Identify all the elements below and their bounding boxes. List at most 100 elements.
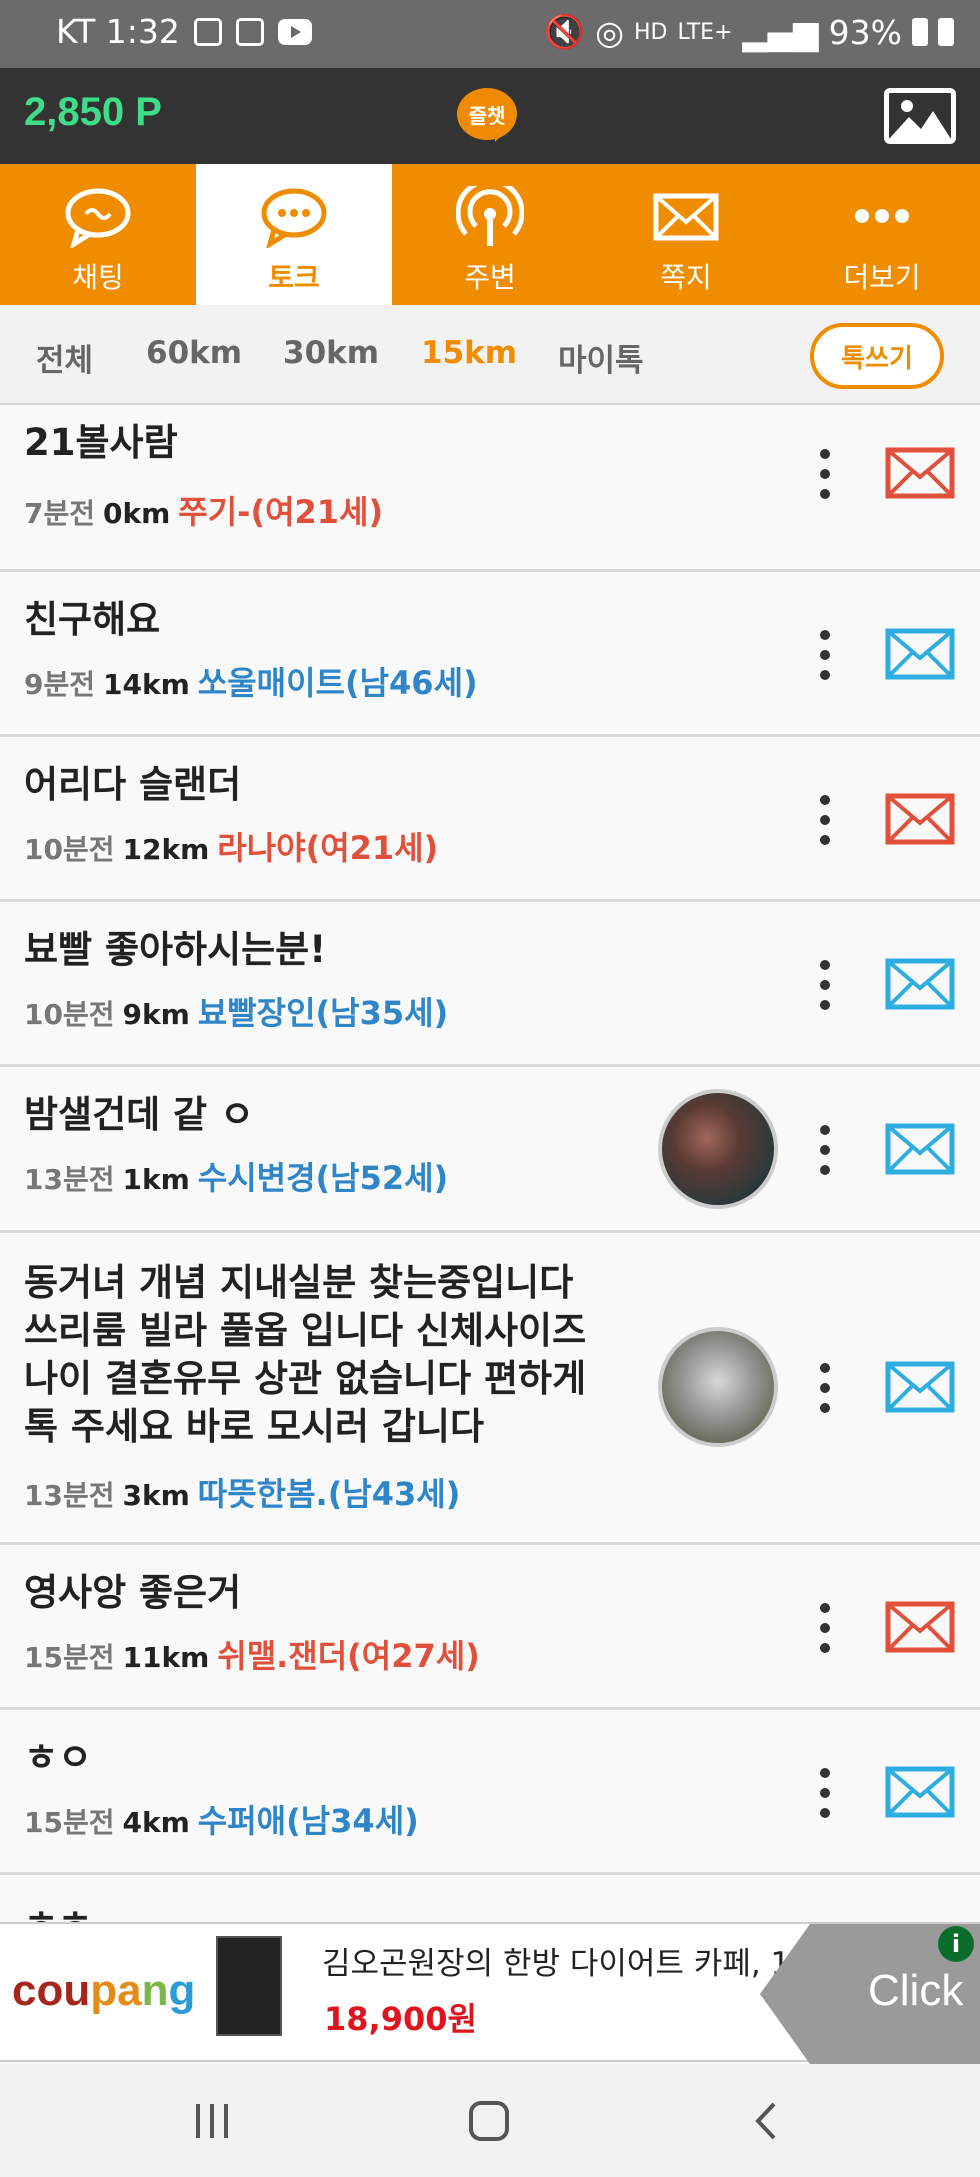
envelope-icon — [653, 193, 719, 241]
ad-brand-logo: coupang — [12, 1966, 196, 2015]
post-title: 어리다 슬랜더 — [24, 763, 242, 806]
write-talk-button[interactable]: 톡쓰기 — [810, 323, 944, 389]
home-icon[interactable] — [466, 2098, 512, 2144]
points-balance[interactable]: 2,850 P — [24, 90, 162, 135]
post-distance: 0km — [103, 497, 171, 530]
distance-filter-bar: 전체 60km 30km 15km 마이톡 톡쓰기 — [0, 305, 980, 405]
more-options-icon[interactable] — [818, 1768, 832, 1818]
send-message-icon[interactable] — [885, 793, 955, 845]
post-title-line: 나이 결혼유무 상관 없습니다 편하게 — [24, 1357, 587, 1400]
post-title: 뵤빨 좋아하시는분! — [24, 928, 327, 971]
post-time: 10분전 — [24, 998, 115, 1031]
post-nickname[interactable]: 쭈기-(여21세) — [178, 493, 383, 531]
post-distance: 14km — [103, 668, 190, 701]
post-title: 영사앙 좋은거 — [24, 1571, 242, 1614]
post-meta: 13분전 3km 따뜻한봄.(남43세) — [24, 1469, 460, 1515]
photo-gallery-button[interactable] — [884, 88, 956, 144]
more-options-icon[interactable] — [818, 960, 832, 1010]
post-title: 친구해요 — [24, 598, 161, 641]
back-icon[interactable] — [744, 2098, 790, 2144]
send-message-icon[interactable] — [885, 958, 955, 1010]
post-nickname[interactable]: 쏘울매이트(남46세) — [198, 664, 478, 702]
more-options-icon[interactable] — [818, 1603, 832, 1653]
post-meta: 15분전 11km 쉬맬.잰더(여27세) — [24, 1631, 480, 1677]
sim-icon — [938, 18, 954, 46]
send-message-icon[interactable] — [885, 628, 955, 680]
post-time: 7분전 — [24, 497, 96, 530]
more-options-icon[interactable] — [818, 1363, 832, 1413]
hotspot-icon: ◎ — [595, 12, 625, 52]
post-distance: 9km — [122, 998, 190, 1031]
ad-cta[interactable]: Click — [868, 1966, 963, 2016]
send-message-icon[interactable] — [885, 1123, 955, 1175]
signal-icon: ▂▄▆ — [742, 12, 819, 52]
filter-60km[interactable]: 60km — [146, 335, 242, 371]
filter-15km[interactable]: 15km — [421, 335, 517, 371]
carrier-time: KT 1:32 — [56, 12, 180, 51]
post-time: 15분전 — [24, 1641, 115, 1674]
post-distance: 3km — [122, 1479, 190, 1512]
tab-messages-label: 쪽지 — [660, 261, 712, 294]
ad-price: 18,900원 — [324, 2000, 477, 2038]
more-dots-icon — [855, 209, 909, 223]
image-icon — [889, 100, 951, 139]
tab-talk[interactable]: 토크 — [196, 164, 392, 305]
post-meta: 9분전 14km 쏘울매이트(남46세) — [24, 658, 478, 704]
profile-photo[interactable] — [658, 1327, 778, 1447]
ad-info-icon[interactable]: i — [938, 1926, 974, 1962]
post-meta: 15분전 4km 수퍼애(남34세) — [24, 1796, 419, 1842]
post-distance: 1km — [122, 1163, 190, 1196]
ad-banner[interactable]: coupang 김오곤원장의 한방 다이어트 카페, 112... 18,900… — [0, 1922, 980, 2064]
post-title: 21볼사람 — [24, 421, 178, 464]
post-distance: 12km — [122, 833, 210, 866]
more-options-icon[interactable] — [818, 795, 832, 845]
more-options-icon[interactable] — [818, 630, 832, 680]
send-message-icon[interactable] — [885, 1766, 955, 1818]
post-meta: 10분전 12km 라나야(여21세) — [24, 823, 438, 869]
screen: KT 1:32 🔇 ◎ HD LTE+ ▂▄▆ 93% 2,850 P 즐챗 채… — [0, 0, 980, 2177]
list-item[interactable]: 영사앙 좋은거 15분전 11km 쉬맬.잰더(여27세) — [0, 1545, 980, 1710]
post-time: 15분전 — [24, 1806, 115, 1839]
hd-icon: HD — [634, 19, 668, 45]
list-item[interactable]: 동거녀 개념 지내실분 찾는중입니다 쓰리룸 빌라 풀옵 입니다 신체사이즈 나… — [0, 1233, 980, 1545]
mute-icon: 🔇 — [544, 12, 586, 51]
post-nickname[interactable]: 라나야(여21세) — [217, 829, 438, 867]
post-nickname[interactable]: 따뜻한봄.(남43세) — [198, 1475, 461, 1513]
send-message-icon[interactable] — [885, 447, 955, 499]
filter-all[interactable]: 전체 — [36, 335, 93, 380]
tab-nearby-label: 주변 — [464, 261, 516, 294]
send-message-icon[interactable] — [885, 1361, 955, 1413]
more-options-icon[interactable] — [818, 1125, 832, 1175]
list-item[interactable]: ㅎㅇ 15분전 4km 수퍼애(남34세) — [0, 1710, 980, 1875]
post-nickname[interactable]: 쉬맬.잰더(여27세) — [217, 1637, 480, 1675]
filter-my-talk[interactable]: 마이톡 — [558, 335, 644, 380]
profile-photo[interactable] — [658, 1089, 778, 1209]
tab-more[interactable]: 더보기 — [784, 164, 980, 305]
tab-talk-label: 토크 — [268, 261, 320, 294]
list-item[interactable]: 밤샐건데 같 ㅇ 13분전 1km 수시변경(남52세) — [0, 1067, 980, 1233]
tab-nearby[interactable]: 주변 — [392, 164, 588, 305]
list-item[interactable]: 21볼사람 7분전 0km 쭈기-(여21세) — [0, 407, 980, 572]
chat-bubble-icon — [65, 188, 131, 248]
post-time: 13분전 — [24, 1479, 115, 1512]
more-options-icon[interactable] — [818, 449, 832, 499]
list-item[interactable]: 어리다 슬랜더 10분전 12km 라나야(여21세) — [0, 737, 980, 902]
network-type: LTE+ — [677, 19, 733, 45]
tab-chat[interactable]: 채팅 — [0, 164, 196, 305]
post-nickname[interactable]: 수퍼애(남34세) — [198, 1802, 419, 1840]
post-time: 13분전 — [24, 1163, 115, 1196]
filter-30km[interactable]: 30km — [283, 335, 379, 371]
battery-icon — [912, 18, 928, 46]
post-title-line: 톡 주세요 바로 모시러 갑니다 — [24, 1405, 485, 1448]
list-item[interactable]: 뵤빨 좋아하시는분! 10분전 9km 뵤빨장인(남35세) — [0, 902, 980, 1067]
list-item[interactable]: 친구해요 9분전 14km 쏘울매이트(남46세) — [0, 572, 980, 737]
post-nickname[interactable]: 뵤빨장인(남35세) — [198, 994, 448, 1032]
tab-messages[interactable]: 쪽지 — [588, 164, 784, 305]
logo-tail — [495, 128, 509, 142]
battery-percent: 93% — [828, 12, 902, 52]
post-time: 10분전 — [24, 833, 115, 866]
recent-apps-icon[interactable] — [190, 2098, 236, 2144]
send-message-icon[interactable] — [885, 1601, 955, 1653]
youtube-notification-icon — [277, 18, 312, 45]
post-nickname[interactable]: 수시변경(남52세) — [198, 1159, 448, 1197]
